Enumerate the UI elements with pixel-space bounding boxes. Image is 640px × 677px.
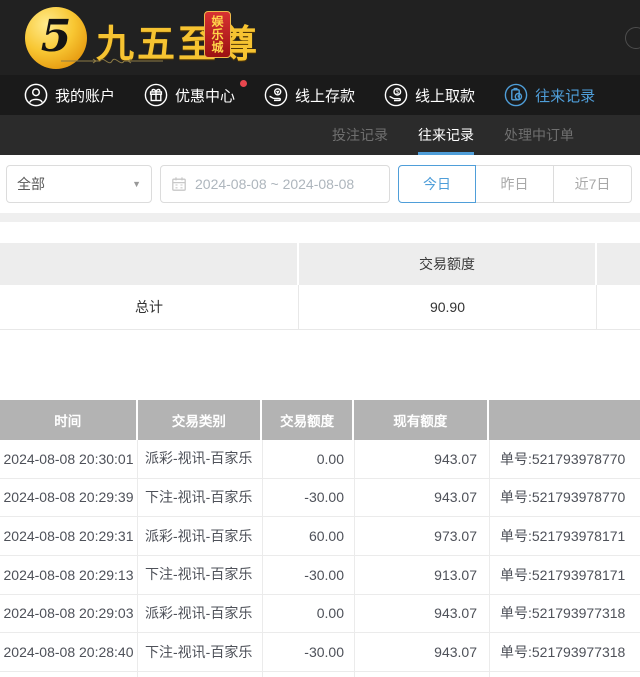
cell-type: 下注-视讯-百家乐 — [138, 556, 263, 594]
cell-amount: 0.00 — [263, 595, 355, 633]
cell-amount: -30.00 — [263, 479, 355, 517]
spacer — [0, 222, 640, 243]
cell-type: 派彩-视讯-百家乐 — [138, 595, 263, 633]
table-row: 2024-08-08 20:28:40 下注-视讯-百家乐 -30.00 943… — [0, 633, 640, 672]
cell-balance: 943.07 — [355, 633, 490, 671]
cell-type: 派彩-视讯-百家乐 — [138, 672, 263, 677]
gift-icon — [144, 83, 168, 107]
nav-item-records[interactable]: 往来记录 — [504, 83, 595, 107]
cell-time: 2024-08-08 20:30:01 — [0, 440, 138, 478]
avatar-icon[interactable] — [625, 27, 640, 49]
summary-header-empty — [0, 243, 297, 285]
table-row: 2024-08-08 20:29:03 派彩-视讯-百家乐 0.00 943.0… — [0, 595, 640, 634]
tab-transaction-records[interactable]: 往来记录 — [418, 115, 474, 155]
table-header-row: 时间 交易类别 交易额度 现有额度 — [0, 400, 640, 440]
date-range-value: 2024-08-08 ~ 2024-08-08 — [195, 176, 354, 192]
cell-balance: 913.07 — [355, 556, 490, 594]
section-divider — [0, 213, 640, 222]
tab-pending-orders[interactable]: 处理中订单 — [504, 115, 574, 155]
table-row-partial: 派彩-视讯-百家乐 — [0, 672, 640, 677]
cell-type: 下注-视讯-百家乐 — [138, 479, 263, 517]
cell-order: 单号:521793977318 — [490, 595, 640, 633]
cell-order: 单号:521793978171 — [490, 556, 640, 594]
cell-time: 2024-08-08 20:29:03 — [0, 595, 138, 633]
summary-header-amount: 交易额度 — [299, 243, 595, 285]
nav-item-deposit[interactable]: 线上存款 — [264, 83, 355, 107]
cell-order: 单号:521793978770 — [490, 440, 640, 478]
today-button[interactable]: 今日 — [398, 165, 476, 203]
cell-type: 派彩-视讯-百家乐 — [138, 440, 263, 478]
cell-time — [0, 672, 138, 677]
nav-item-label: 我的账户 — [55, 85, 115, 106]
deposit-icon — [264, 83, 288, 107]
nav-item-label: 往来记录 — [535, 85, 595, 106]
type-select-value: 全部 — [17, 174, 45, 194]
summary-total-row: 总计 90.90 — [0, 285, 640, 330]
nav-item-my-account[interactable]: 我的账户 — [24, 83, 115, 107]
col-header-time: 时间 — [0, 400, 136, 440]
nav-item-label: 线上存款 — [295, 85, 355, 106]
cell-type: 下注-视讯-百家乐 — [138, 633, 263, 671]
cell-balance: 943.07 — [355, 595, 490, 633]
cell-balance — [355, 672, 490, 677]
cell-time: 2024-08-08 20:29:31 — [0, 517, 138, 555]
filter-bar: 全部 ▼ 2024-08-08 ~ 2024-08-08 今日 昨日 近7日 — [0, 155, 640, 213]
summary-total-value: 90.90 — [299, 285, 597, 329]
table-row: 2024-08-08 20:29:31 派彩-视讯-百家乐 60.00 973.… — [0, 517, 640, 556]
cell-amount: -30.00 — [263, 556, 355, 594]
cell-amount: 60.00 — [263, 517, 355, 555]
cell-type: 派彩-视讯-百家乐 — [138, 517, 263, 555]
col-header-order — [489, 400, 640, 440]
cell-order: 单号:521793977318 — [490, 633, 640, 671]
cell-amount — [263, 672, 355, 677]
record-subtabs: 投注记录 往来记录 处理中订单 — [0, 115, 640, 155]
table-row: 2024-08-08 20:30:01 派彩-视讯-百家乐 0.00 943.0… — [0, 440, 640, 479]
person-icon — [24, 83, 48, 107]
last7days-button[interactable]: 近7日 — [554, 165, 632, 203]
table-row: 2024-08-08 20:29:39 下注-视讯-百家乐 -30.00 943… — [0, 479, 640, 518]
tab-bet-records[interactable]: 投注记录 — [332, 115, 388, 155]
chevron-down-icon: ▼ — [132, 179, 141, 189]
cell-balance: 943.07 — [355, 479, 490, 517]
cell-order: 单号:521793978770 — [490, 479, 640, 517]
table-row: 2024-08-08 20:29:13 下注-视讯-百家乐 -30.00 913… — [0, 556, 640, 595]
records-icon — [504, 83, 528, 107]
flourish-decoration — [60, 54, 164, 68]
calendar-icon — [171, 176, 187, 192]
top-banner: 5 九五至尊 娱乐城 — [0, 0, 640, 75]
brand-badge: 娱乐城 — [204, 11, 231, 58]
notification-dot — [240, 80, 247, 87]
cell-time: 2024-08-08 20:29:13 — [0, 556, 138, 594]
date-range-input[interactable]: 2024-08-08 ~ 2024-08-08 — [160, 165, 390, 203]
cell-order: 单号:521793978171 — [490, 517, 640, 555]
nav-item-promotions[interactable]: 优惠中心 — [144, 83, 235, 107]
main-nav: 我的账户 优惠中心 线上存款 $ 线上取款 — [0, 75, 640, 115]
cell-balance: 973.07 — [355, 517, 490, 555]
summary-total-label: 总计 — [0, 285, 299, 329]
type-select[interactable]: 全部 ▼ — [6, 165, 152, 203]
summary-total-empty — [597, 285, 640, 329]
nav-item-withdraw[interactable]: $ 线上取款 — [384, 83, 475, 107]
quick-range-buttons: 今日 昨日 近7日 — [398, 165, 632, 203]
cell-amount: -30.00 — [263, 633, 355, 671]
cell-balance: 943.07 — [355, 440, 490, 478]
cell-amount: 0.00 — [263, 440, 355, 478]
col-header-amount: 交易额度 — [262, 400, 352, 440]
col-header-type: 交易类别 — [138, 400, 261, 440]
yesterday-button[interactable]: 昨日 — [476, 165, 554, 203]
nav-item-label: 优惠中心 — [175, 85, 235, 106]
summary-header-empty2 — [597, 243, 640, 285]
cell-order — [490, 672, 640, 677]
cell-time: 2024-08-08 20:28:40 — [0, 633, 138, 671]
cell-time: 2024-08-08 20:29:39 — [0, 479, 138, 517]
spacer — [0, 330, 640, 400]
col-header-balance: 现有额度 — [354, 400, 487, 440]
summary-header-row: 交易额度 — [0, 243, 640, 285]
withdraw-icon: $ — [384, 83, 408, 107]
nav-item-label: 线上取款 — [415, 85, 475, 106]
